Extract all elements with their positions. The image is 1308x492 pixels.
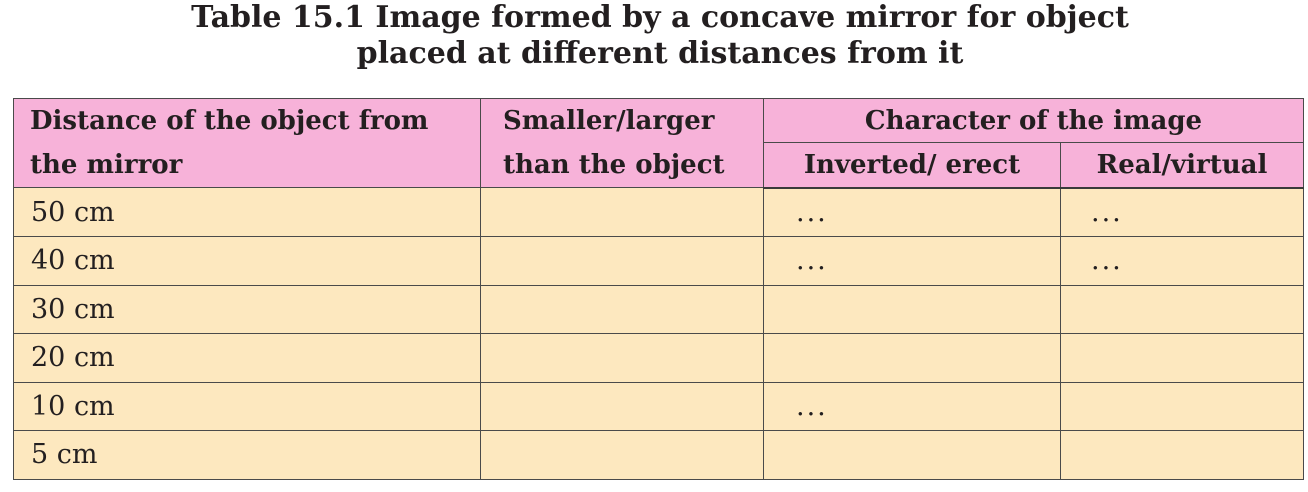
header-character: Character of the image (762, 97, 1305, 144)
cell-distance: 30 cm (13, 284, 481, 334)
table-row: 40 cm ... ... (13, 236, 1305, 286)
cell-real (1059, 430, 1305, 480)
observation-table: Distance of the object from the mirror S… (13, 97, 1305, 480)
table-row: 50 cm ... ... (13, 187, 1305, 237)
cell-size (480, 430, 764, 480)
cell-real (1059, 284, 1305, 334)
cell-size (480, 187, 764, 237)
cell-distance: 10 cm (13, 381, 481, 431)
header-inverted-erect: Inverted/ erect (763, 142, 1061, 189)
cell-inverted (763, 430, 1061, 480)
header-size-line-2: than the object (503, 150, 725, 180)
header-size-line-1: Smaller/larger (503, 106, 715, 136)
cell-distance: 50 cm (13, 187, 481, 237)
cell-inverted: ... (763, 381, 1061, 431)
cell-inverted (763, 333, 1061, 383)
cell-inverted: ... (763, 236, 1061, 286)
table-row: 10 cm ... (13, 381, 1305, 431)
cell-size (480, 284, 764, 334)
cell-distance: 40 cm (13, 236, 481, 286)
cell-inverted (763, 284, 1061, 334)
cell-size (480, 381, 764, 431)
caption-line-1: Table 15.1 Image formed by a concave mir… (191, 0, 1129, 35)
cell-real (1059, 333, 1305, 383)
cell-size (480, 333, 764, 383)
header-distance-line-2: the mirror (30, 150, 183, 180)
table-row: 20 cm (13, 333, 1305, 383)
cell-real: ... (1059, 187, 1305, 237)
cell-real: ... (1059, 236, 1305, 286)
cell-distance: 20 cm (13, 333, 481, 383)
cell-distance: 5 cm (13, 430, 481, 480)
table-row: 5 cm (13, 430, 1305, 480)
header-real-virtual: Real/virtual (1059, 142, 1305, 189)
header-distance: Distance of the object from the mirror (13, 98, 481, 188)
cell-size (480, 236, 764, 286)
header-distance-line-1: Distance of the object from (30, 106, 429, 136)
header-size: Smaller/larger than the object (480, 98, 764, 188)
cell-inverted: ... (763, 187, 1061, 237)
table-row: 30 cm (13, 284, 1305, 334)
caption-line-2: placed at different distances from it (356, 36, 964, 71)
table-caption: Table 15.1 Image formed by a concave mir… (0, 0, 1308, 72)
cell-real (1059, 381, 1305, 431)
